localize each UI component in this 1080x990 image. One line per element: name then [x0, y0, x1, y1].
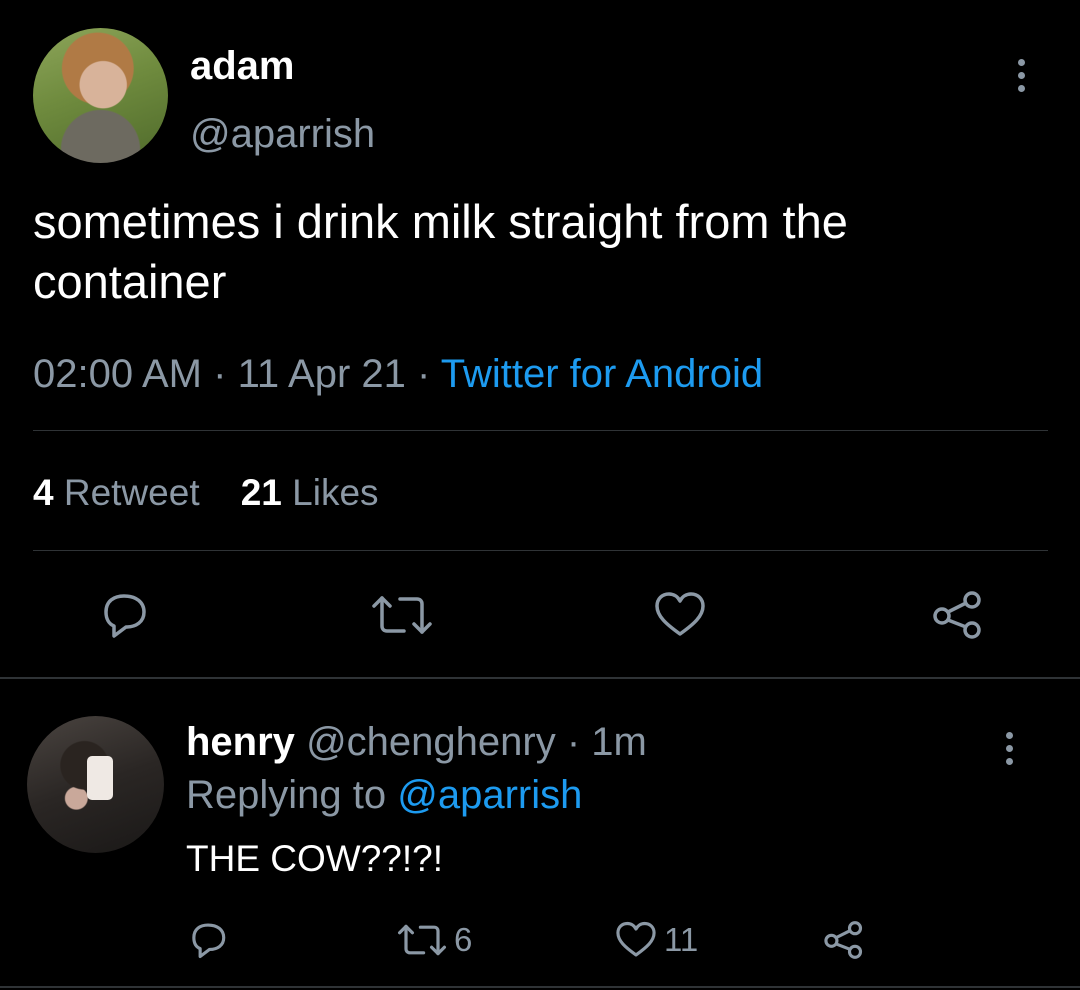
retweet-button[interactable]: [370, 590, 432, 640]
divider: [33, 430, 1048, 431]
retweet-icon: [397, 924, 446, 956]
reply-retweet-button[interactable]: 6: [396, 918, 472, 962]
tweet-meta: 02:00 AM · 11 Apr 21 · Twitter for Andro…: [33, 352, 763, 397]
tweet-text: sometimes i drink milk straight from the…: [33, 195, 848, 308]
reply-time: 1m: [591, 720, 647, 764]
tweet-time: 02:00 AM: [33, 352, 203, 396]
author-avatar[interactable]: [33, 28, 168, 163]
meta-separator: ·: [417, 352, 431, 396]
retweet-label: Retweet: [63, 472, 200, 513]
more-options-icon[interactable]: [1010, 55, 1034, 95]
more-options-icon[interactable]: [998, 728, 1022, 768]
reply-like-button[interactable]: 11: [614, 918, 698, 962]
meta-separator: ·: [566, 720, 581, 764]
section-divider: [0, 677, 1080, 679]
section-divider: [0, 986, 1080, 988]
meta-separator: ·: [213, 352, 227, 396]
replying-handle-link[interactable]: @aparrish: [397, 773, 582, 817]
like-button[interactable]: [652, 590, 708, 640]
retweet-icon: [372, 596, 432, 634]
tweet-date: 11 Apr 21: [237, 352, 406, 396]
reply-author-avatar[interactable]: [27, 716, 164, 853]
reply-retweet-count: 6: [454, 921, 473, 958]
likes-label: Likes: [292, 472, 379, 513]
reply-icon: [104, 594, 146, 638]
author-handle[interactable]: @aparrish: [190, 112, 375, 157]
reply-reply-button[interactable]: [186, 918, 230, 962]
like-count: 21: [240, 472, 282, 513]
share-button[interactable]: [930, 590, 986, 640]
reply-like-count: 11: [664, 921, 699, 958]
reply-text: THE COW??!?!: [186, 838, 443, 879]
divider: [33, 550, 1048, 551]
likes-stat[interactable]: 21 Likes: [241, 472, 379, 513]
retweet-stat[interactable]: 4 Retweet: [33, 472, 200, 513]
reply-author-handle[interactable]: @chenghenry: [306, 720, 556, 764]
reply-button[interactable]: [96, 590, 152, 640]
tweet-stats: 4 Retweet 21 Likes: [33, 472, 379, 514]
reply-author-name[interactable]: henry: [186, 720, 295, 764]
replying-label: Replying to: [186, 773, 387, 817]
heart-icon: [655, 592, 705, 636]
share-icon: [824, 921, 863, 959]
reply-share-button[interactable]: [822, 918, 866, 962]
replying-to: Replying to @aparrish: [186, 773, 582, 818]
retweet-count: 4: [33, 472, 54, 513]
tweet-source-link[interactable]: Twitter for Android: [441, 352, 763, 396]
author-name[interactable]: adam: [190, 44, 295, 89]
reply-icon: [192, 923, 226, 959]
heart-icon: [616, 921, 656, 957]
reply-header: henry @chenghenry · 1m: [186, 720, 647, 765]
share-icon: [933, 591, 981, 639]
